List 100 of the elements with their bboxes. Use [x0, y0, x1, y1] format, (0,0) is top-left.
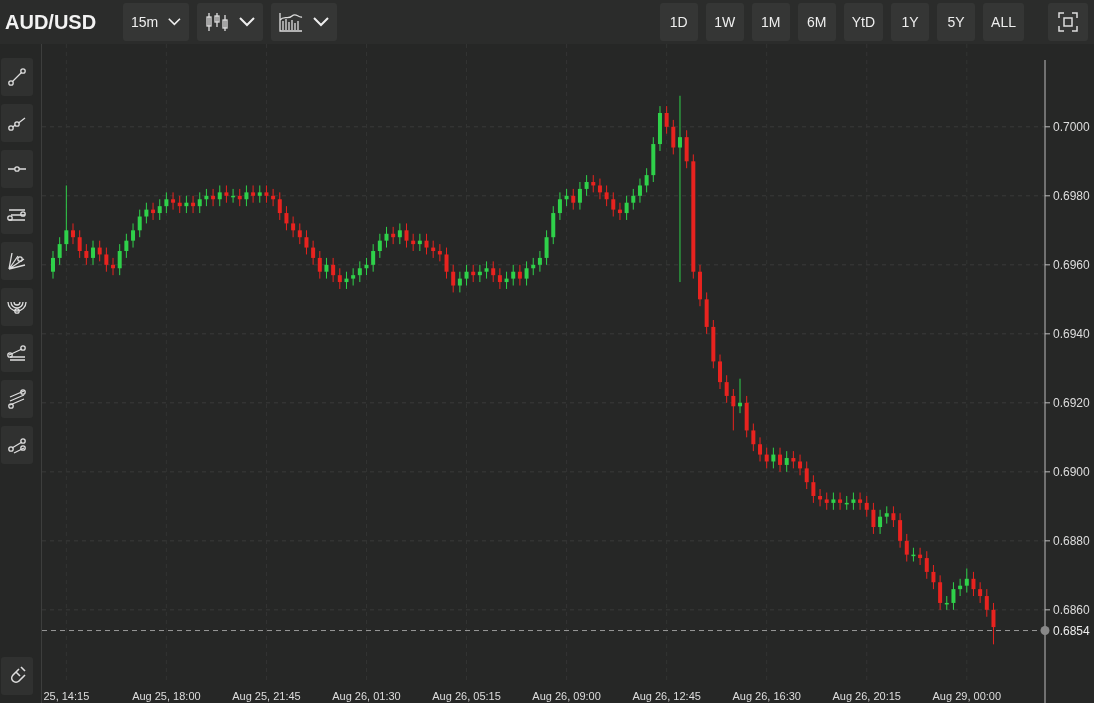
x-axis-label: 25, 14:15: [43, 690, 90, 702]
fullscreen-button[interactable]: [1048, 3, 1088, 41]
candlestick: [711, 319, 716, 369]
interval-dropdown[interactable]: 15m: [123, 3, 189, 41]
candlestick: [871, 502, 876, 535]
candlestick: [911, 547, 916, 563]
candles-dropdown[interactable]: [197, 3, 263, 41]
y-axis-label: 0.6880: [1053, 533, 1090, 548]
candlestick: [444, 247, 449, 280]
x-axis-label: Aug 26, 20:15: [832, 690, 901, 702]
y-axis-label: 0.6980: [1053, 188, 1090, 203]
fullscreen-icon: [1058, 12, 1078, 32]
candlestick: [738, 378, 742, 414]
last-price-dot: [1040, 626, 1050, 636]
candlestick: [771, 447, 776, 469]
drawing-tool-button[interactable]: [1, 334, 33, 372]
candlestick: [764, 447, 769, 469]
candlestick: [84, 243, 89, 266]
candlestick: [97, 240, 102, 262]
x-axis-label: Aug 25, 21:45: [232, 690, 301, 702]
candlestick: [124, 233, 129, 259]
x-axis-label: Aug 26, 01:30: [332, 690, 401, 702]
candlestick: [524, 260, 529, 286]
drawing-tool-button[interactable]: [1, 150, 33, 188]
candlestick: [751, 423, 756, 452]
range-button[interactable]: YtD: [843, 3, 884, 41]
candlestick: [204, 188, 209, 207]
drawing-tool-button[interactable]: [1, 288, 33, 326]
x-axis-label: Aug 26, 09:00: [532, 690, 601, 702]
candlestick: [564, 188, 569, 207]
candlestick: [484, 260, 489, 280]
candlestick: [264, 184, 269, 204]
candlestick: [704, 291, 709, 335]
drawing-tool-button[interactable]: [1, 104, 33, 142]
candlestick: [671, 119, 676, 155]
trend-line-icon: [6, 66, 28, 88]
chevron-down-icon: [239, 17, 255, 27]
range-button[interactable]: 6M: [797, 3, 836, 41]
indicator-chart-icon: [279, 12, 303, 32]
candlestick: [184, 195, 189, 214]
candlestick: [504, 271, 509, 290]
range-button[interactable]: 5Y: [937, 3, 976, 41]
slanted-lines-icon: [6, 388, 28, 410]
candlestick: [57, 236, 62, 266]
candlestick: [698, 264, 702, 307]
candlestick: [284, 205, 289, 231]
drawing-tool-button[interactable]: [1, 196, 33, 234]
range-button[interactable]: 1Y: [891, 3, 930, 41]
candlestick: [304, 229, 309, 255]
candlestick: [144, 202, 149, 224]
candlestick: [244, 184, 249, 207]
candlestick: [424, 233, 429, 255]
candlestick: [831, 492, 836, 511]
candlestick: [464, 264, 469, 286]
drawing-tool-button[interactable]: [1, 242, 33, 280]
candlestick: [344, 271, 349, 290]
last-price-label: 0.6854: [1053, 623, 1090, 638]
candlestick: [724, 374, 729, 404]
candlestick: [971, 571, 976, 597]
candlestick: [758, 436, 762, 462]
candlestick: [224, 184, 229, 204]
candlestick: [71, 222, 75, 245]
y-axis-label: 0.6920: [1053, 395, 1090, 410]
candlestick: [404, 222, 409, 249]
x-axis-label: Aug 26, 16:30: [732, 690, 801, 702]
candlestick: [718, 354, 722, 390]
y-axis-label: 0.6900: [1053, 464, 1090, 479]
candlestick: [664, 105, 669, 135]
chevron-down-icon: [168, 17, 181, 27]
pitchfork-icon: [6, 342, 28, 364]
candlestick: [684, 129, 689, 169]
range-button[interactable]: 1W: [705, 3, 744, 41]
candlestick: [851, 492, 856, 511]
y-axis-label: 0.6940: [1053, 326, 1090, 341]
drawing-tool-button[interactable]: [1, 426, 33, 464]
candlestick: [324, 257, 329, 280]
candlestick-icon: [205, 12, 229, 32]
candlestick: [77, 229, 82, 259]
x-axis-label: Aug 25, 18:00: [132, 690, 201, 702]
candlestick: [544, 229, 549, 266]
y-axis-label: 0.7000: [1053, 119, 1090, 134]
candlestick: [604, 184, 609, 207]
drawing-tool-button[interactable]: [1, 58, 33, 96]
fan-icon: [6, 250, 28, 272]
indicators-dropdown[interactable]: [271, 3, 337, 41]
candlestick: [104, 247, 109, 273]
range-button[interactable]: ALL: [983, 3, 1024, 41]
candlestick: [644, 167, 649, 193]
range-button[interactable]: 1D: [659, 3, 698, 41]
horizontal-line-icon: [7, 165, 27, 173]
chevron-down-icon: [313, 17, 329, 27]
candlestick: [91, 240, 95, 266]
drawing-tool-button[interactable]: [1, 380, 33, 418]
range-button[interactable]: 1M: [751, 3, 790, 41]
candlestick: [64, 184, 69, 252]
candlestick: [584, 174, 589, 197]
magnet-button[interactable]: [1, 657, 33, 695]
candlestick: [891, 505, 896, 528]
x-axis-label: Aug 26, 05:15: [432, 690, 501, 702]
candlestick: [731, 388, 736, 431]
